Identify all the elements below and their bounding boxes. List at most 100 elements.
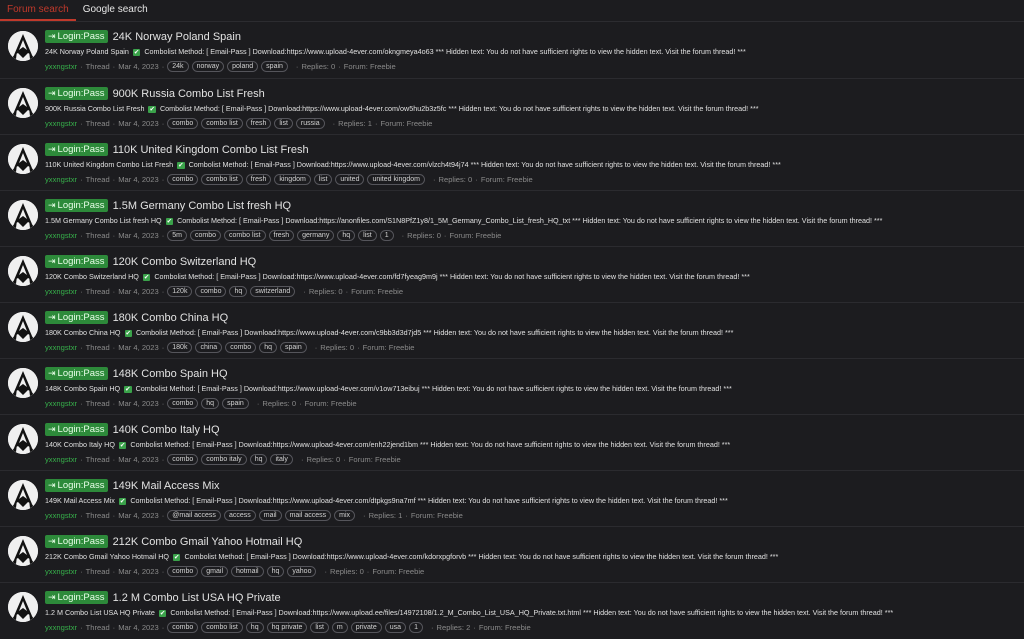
prefix-badge[interactable]: ⇥ Login:Pass	[45, 591, 108, 604]
tag-chip[interactable]: spain	[261, 61, 288, 72]
tag-chip[interactable]: private	[350, 622, 382, 633]
tag-chip[interactable]: hq	[229, 286, 248, 297]
prefix-badge[interactable]: ⇥ Login:Pass	[45, 479, 108, 492]
tag-chip[interactable]: hq	[259, 342, 277, 353]
tag-chip[interactable]: 5m	[167, 230, 187, 241]
tag-chip[interactable]: hq private	[266, 622, 308, 633]
tag-chip[interactable]: hotmail	[231, 566, 264, 577]
tab-forum-search[interactable]: Forum search	[0, 4, 76, 21]
tag-chip[interactable]: mix	[334, 510, 356, 521]
author-link[interactable]: yxxngstxr	[45, 62, 77, 71]
prefix-badge[interactable]: ⇥ Login:Pass	[45, 311, 108, 324]
prefix-badge[interactable]: ⇥ Login:Pass	[45, 30, 108, 43]
author-link[interactable]: yxxngstxr	[45, 511, 77, 520]
tag-chip[interactable]: hq	[201, 398, 220, 409]
prefix-badge[interactable]: ⇥ Login:Pass	[45, 535, 108, 548]
avatar[interactable]	[8, 31, 38, 61]
tag-chip[interactable]: spain	[222, 398, 249, 409]
tag-chip[interactable]: fresh	[245, 174, 272, 185]
author-link[interactable]: yxxngstxr	[45, 231, 77, 240]
author-link[interactable]: yxxngstxr	[45, 567, 77, 576]
tag-chip[interactable]: norway	[191, 61, 225, 72]
avatar[interactable]	[8, 592, 38, 622]
tag-chip[interactable]: combo	[190, 230, 222, 241]
tag-chip[interactable]: list	[310, 622, 329, 633]
author-link[interactable]: yxxngstxr	[45, 119, 77, 128]
author-link[interactable]: yxxngstxr	[45, 343, 77, 352]
author-link[interactable]: yxxngstxr	[45, 623, 77, 632]
tag-chip[interactable]: combo	[167, 622, 199, 633]
author-link[interactable]: yxxngstxr	[45, 399, 77, 408]
forum-link[interactable]: Freebie	[507, 175, 533, 184]
prefix-badge[interactable]: ⇥ Login:Pass	[45, 255, 108, 268]
forum-link[interactable]: Freebie	[407, 119, 433, 128]
tag-chip[interactable]: gmail	[201, 566, 229, 577]
thread-title-link[interactable]: 1.5M Germany Combo List fresh HQ	[113, 200, 292, 212]
tag-chip[interactable]: spain	[280, 342, 307, 353]
author-link[interactable]: yxxngstxr	[45, 175, 77, 184]
tag-chip[interactable]: 180k	[167, 342, 193, 353]
tag-chip[interactable]: hq	[337, 230, 356, 241]
thread-title-link[interactable]: 149K Mail Access Mix	[113, 480, 220, 492]
tag-chip[interactable]: italy	[270, 454, 293, 465]
forum-link[interactable]: Freebie	[437, 511, 463, 520]
tag-chip[interactable]: yahoo	[287, 566, 317, 577]
forum-link[interactable]: Freebie	[370, 62, 396, 71]
tag-chip[interactable]: list	[358, 230, 377, 241]
tag-chip[interactable]: combo	[167, 174, 199, 185]
prefix-badge[interactable]: ⇥ Login:Pass	[45, 423, 108, 436]
tag-chip[interactable]: combo	[195, 286, 227, 297]
tag-chip[interactable]: @mail access	[167, 510, 221, 521]
forum-link[interactable]: Freebie	[377, 287, 403, 296]
tag-chip[interactable]: m	[331, 622, 348, 633]
tag-chip[interactable]: 24k	[167, 61, 189, 72]
thread-title-link[interactable]: 1.2 M Combo List USA HQ Private	[113, 592, 281, 604]
avatar[interactable]	[8, 256, 38, 286]
tag-chip[interactable]: combo	[167, 398, 199, 409]
tag-chip[interactable]: united	[335, 174, 365, 185]
forum-link[interactable]: Freebie	[375, 455, 401, 464]
tag-chip[interactable]: combo list	[201, 118, 243, 129]
forum-link[interactable]: Freebie	[331, 399, 357, 408]
avatar[interactable]	[8, 368, 38, 398]
tag-chip[interactable]: kingdom	[274, 174, 311, 185]
thread-title-link[interactable]: 180K Combo China HQ	[113, 312, 229, 324]
tag-chip[interactable]: mail	[258, 510, 282, 521]
tag-chip[interactable]: access	[223, 510, 256, 521]
tag-chip[interactable]: combo list	[201, 174, 243, 185]
tag-chip[interactable]: combo italy	[201, 454, 247, 465]
forum-link[interactable]: Freebie	[505, 623, 531, 632]
thread-title-link[interactable]: 140K Combo Italy HQ	[113, 424, 220, 436]
tag-chip[interactable]: combo	[225, 342, 257, 353]
avatar[interactable]	[8, 536, 38, 566]
tag-chip[interactable]: hq	[245, 622, 264, 633]
avatar[interactable]	[8, 424, 38, 454]
tag-chip[interactable]: combo	[167, 118, 199, 129]
tag-chip[interactable]: combo	[167, 566, 199, 577]
prefix-badge[interactable]: ⇥ Login:Pass	[45, 87, 108, 100]
tag-chip[interactable]: 1	[379, 230, 394, 241]
avatar[interactable]	[8, 312, 38, 342]
thread-title-link[interactable]: 148K Combo Spain HQ	[113, 368, 228, 380]
tag-chip[interactable]: switzerland	[250, 286, 296, 297]
forum-link[interactable]: Freebie	[476, 231, 502, 240]
prefix-badge[interactable]: ⇥ Login:Pass	[45, 199, 108, 212]
avatar[interactable]	[8, 88, 38, 118]
forum-link[interactable]: Freebie	[389, 343, 415, 352]
author-link[interactable]: yxxngstxr	[45, 455, 77, 464]
avatar[interactable]	[8, 480, 38, 510]
tag-chip[interactable]: combo	[167, 454, 199, 465]
avatar[interactable]	[8, 200, 38, 230]
tag-chip[interactable]: usa	[384, 622, 407, 633]
forum-link[interactable]: Freebie	[399, 567, 425, 576]
tag-chip[interactable]: 120k	[167, 286, 193, 297]
author-link[interactable]: yxxngstxr	[45, 287, 77, 296]
tag-chip[interactable]: hq	[249, 454, 268, 465]
tag-chip[interactable]: list	[313, 174, 333, 185]
tag-chip[interactable]: united kingdom	[367, 174, 425, 185]
tag-chip[interactable]: poland	[227, 61, 259, 72]
thread-title-link[interactable]: 110K United Kingdom Combo List Fresh	[113, 144, 309, 156]
tag-chip[interactable]: fresh	[245, 118, 272, 129]
tag-chip[interactable]: china	[195, 342, 223, 353]
prefix-badge[interactable]: ⇥ Login:Pass	[45, 367, 108, 380]
